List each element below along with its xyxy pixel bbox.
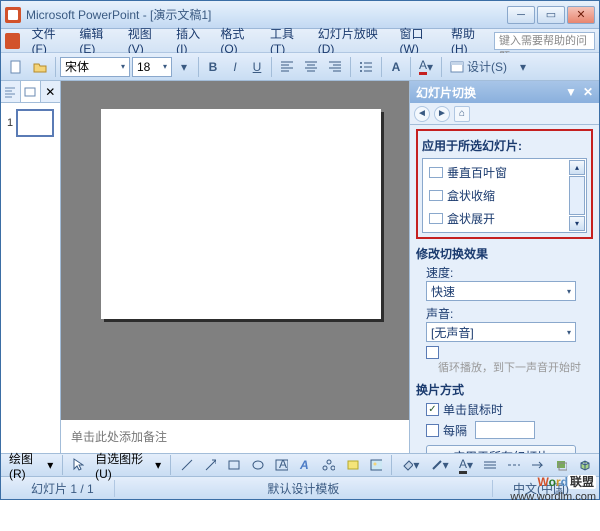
fill-color-tool[interactable]: ▾	[397, 454, 423, 476]
sound-label: 声音:	[426, 305, 593, 322]
status-slide-number: 幻灯片 1 / 1	[11, 480, 115, 497]
after-checkbox[interactable]	[426, 424, 439, 437]
close-panel-button[interactable]: ✕	[41, 81, 61, 102]
slide-editor: 单击此处添加备注	[61, 81, 409, 453]
after-label: 每隔	[443, 422, 467, 439]
slide[interactable]	[101, 109, 381, 319]
system-icon[interactable]	[5, 33, 20, 49]
design-button[interactable]: 设计(S)	[446, 56, 511, 78]
nav-forward-button[interactable]: ►	[434, 106, 450, 122]
app-icon	[5, 7, 21, 23]
task-pane: 幻灯片切换 ▼ ✕ ◄ ► ⌂ 应用于所选幻灯片: 垂直百叶窗 盒状收缩 盒状展…	[409, 81, 599, 453]
line-style-tool[interactable]	[479, 454, 500, 476]
autoshapes-menu[interactable]: 自选图形(U)▾	[91, 450, 165, 481]
nav-home-button[interactable]: ⌂	[454, 106, 470, 122]
transition-icon	[429, 167, 443, 178]
advance-label: 换片方式	[416, 381, 593, 398]
transition-item-1[interactable]: 垂直百叶窗	[425, 161, 584, 184]
line-color-tool[interactable]: ▾	[426, 454, 452, 476]
scroll-down-icon[interactable]: ▾	[569, 216, 585, 231]
minimize-button[interactable]: ─	[507, 6, 535, 24]
help-search-input[interactable]: 键入需要帮助的问题	[494, 32, 595, 50]
arrow-style-tool[interactable]	[527, 454, 548, 476]
apply-all-button[interactable]: 应用于所有幻灯片	[426, 445, 576, 453]
outline-panel: ✕ 1	[1, 81, 61, 453]
speed-select[interactable]: 快速▾	[426, 281, 576, 301]
new-button[interactable]	[5, 56, 27, 78]
font-color-tool[interactable]: A▾	[456, 454, 477, 476]
align-left-button[interactable]	[276, 56, 298, 78]
textbox-tool[interactable]: A	[271, 454, 292, 476]
on-click-checkbox[interactable]: ✓	[426, 403, 439, 416]
align-center-button[interactable]	[300, 56, 322, 78]
diagram-tool[interactable]	[318, 454, 339, 476]
status-language: 中文(中国)	[493, 480, 589, 497]
close-button[interactable]: ✕	[567, 6, 595, 24]
clipart-tool[interactable]	[342, 454, 363, 476]
task-pane-menu-icon[interactable]: ▼	[565, 85, 577, 99]
on-click-label: 单击鼠标时	[443, 401, 503, 418]
rectangle-tool[interactable]	[223, 454, 244, 476]
font-size-select[interactable]: 18▾	[132, 57, 172, 77]
task-pane-close-icon[interactable]: ✕	[583, 85, 593, 99]
interval-stepper[interactable]	[475, 421, 535, 439]
dash-style-tool[interactable]	[503, 454, 524, 476]
transition-item-2[interactable]: 盒状收缩	[425, 184, 584, 207]
listbox-scrollbar[interactable]: ▴ ▾	[569, 160, 585, 231]
drawing-toolbar: 绘图(R)▾ 自选图形(U)▾ A A ▾ ▾ A▾	[1, 453, 599, 477]
italic-button[interactable]: I	[225, 56, 245, 78]
restore-button[interactable]: ▭	[537, 6, 565, 24]
transition-list-highlight: 应用于所选幻灯片: 垂直百叶窗 盒状收缩 盒状展开 ▴ ▾	[416, 129, 593, 239]
oval-tool[interactable]	[247, 454, 268, 476]
menu-bar: 文件(F) 编辑(E) 视图(V) 插入(I) 格式(O) 工具(T) 幻灯片放…	[1, 29, 599, 53]
transition-icon	[429, 190, 443, 201]
content-area: ✕ 1 单击此处添加备注 幻灯片切换 ▼ ✕ ◄	[1, 81, 599, 453]
open-button[interactable]	[29, 56, 51, 78]
loop-checkbox[interactable]	[426, 346, 439, 359]
arrow-tool[interactable]	[200, 454, 221, 476]
svg-text:A: A	[279, 459, 287, 471]
thumbnail-image	[16, 109, 54, 137]
slides-tab[interactable]	[21, 81, 41, 102]
sound-select[interactable]: [无声音]▾	[426, 322, 576, 342]
app-window: Microsoft PowerPoint - [演示文稿1] ─ ▭ ✕ 文件(…	[0, 0, 600, 500]
underline-button[interactable]: U	[247, 56, 267, 78]
speed-label: 速度:	[426, 264, 593, 281]
window-title: Microsoft PowerPoint - [演示文稿1]	[26, 6, 507, 23]
transition-listbox[interactable]: 垂直百叶窗 盒状收缩 盒状展开 ▴ ▾	[422, 158, 587, 233]
loop-label: 循环播放，到下一声音开始时	[438, 362, 593, 375]
nav-back-button[interactable]: ◄	[414, 106, 430, 122]
align-right-button[interactable]	[324, 56, 346, 78]
outline-tab[interactable]	[1, 81, 21, 102]
notes-input[interactable]: 单击此处添加备注	[61, 417, 409, 453]
svg-text:A: A	[299, 459, 309, 471]
transition-item-3[interactable]: 盒状展开	[425, 207, 584, 230]
task-pane-header: 幻灯片切换 ▼ ✕	[410, 81, 599, 103]
slide-thumbnail-1[interactable]: 1	[7, 109, 54, 137]
font-grow-button[interactable]: A	[386, 56, 406, 78]
bold-button[interactable]: B	[203, 56, 223, 78]
shadow-tool[interactable]	[551, 454, 572, 476]
font-name-select[interactable]: 宋体▾	[60, 57, 130, 77]
scroll-up-icon[interactable]: ▴	[569, 160, 585, 175]
status-template: 默认设计模板	[115, 480, 493, 497]
slide-canvas-area[interactable]	[61, 81, 409, 417]
font-color-button[interactable]: A▾	[415, 56, 437, 78]
dropdown-icon[interactable]: ▾	[174, 56, 194, 78]
task-pane-title: 幻灯片切换	[416, 84, 476, 101]
wordart-tool[interactable]: A	[295, 454, 316, 476]
apply-to-selected-label: 应用于所选幻灯片:	[422, 137, 587, 154]
bullets-button[interactable]	[355, 56, 377, 78]
toolbar-overflow[interactable]: ▾	[513, 56, 533, 78]
3d-tool[interactable]	[574, 454, 595, 476]
transition-icon	[429, 213, 443, 224]
picture-tool[interactable]	[366, 454, 387, 476]
formatting-toolbar: 宋体▾ 18▾ ▾ B I U A A▾ 设计(S) ▾	[1, 53, 599, 81]
status-bar: 幻灯片 1 / 1 默认设计模板 中文(中国)	[1, 477, 599, 499]
draw-menu[interactable]: 绘图(R)▾	[5, 450, 57, 481]
modify-effect-label: 修改切换效果	[416, 245, 593, 262]
select-tool[interactable]	[68, 454, 88, 476]
task-pane-nav: ◄ ► ⌂	[410, 103, 599, 125]
line-tool[interactable]	[176, 454, 197, 476]
